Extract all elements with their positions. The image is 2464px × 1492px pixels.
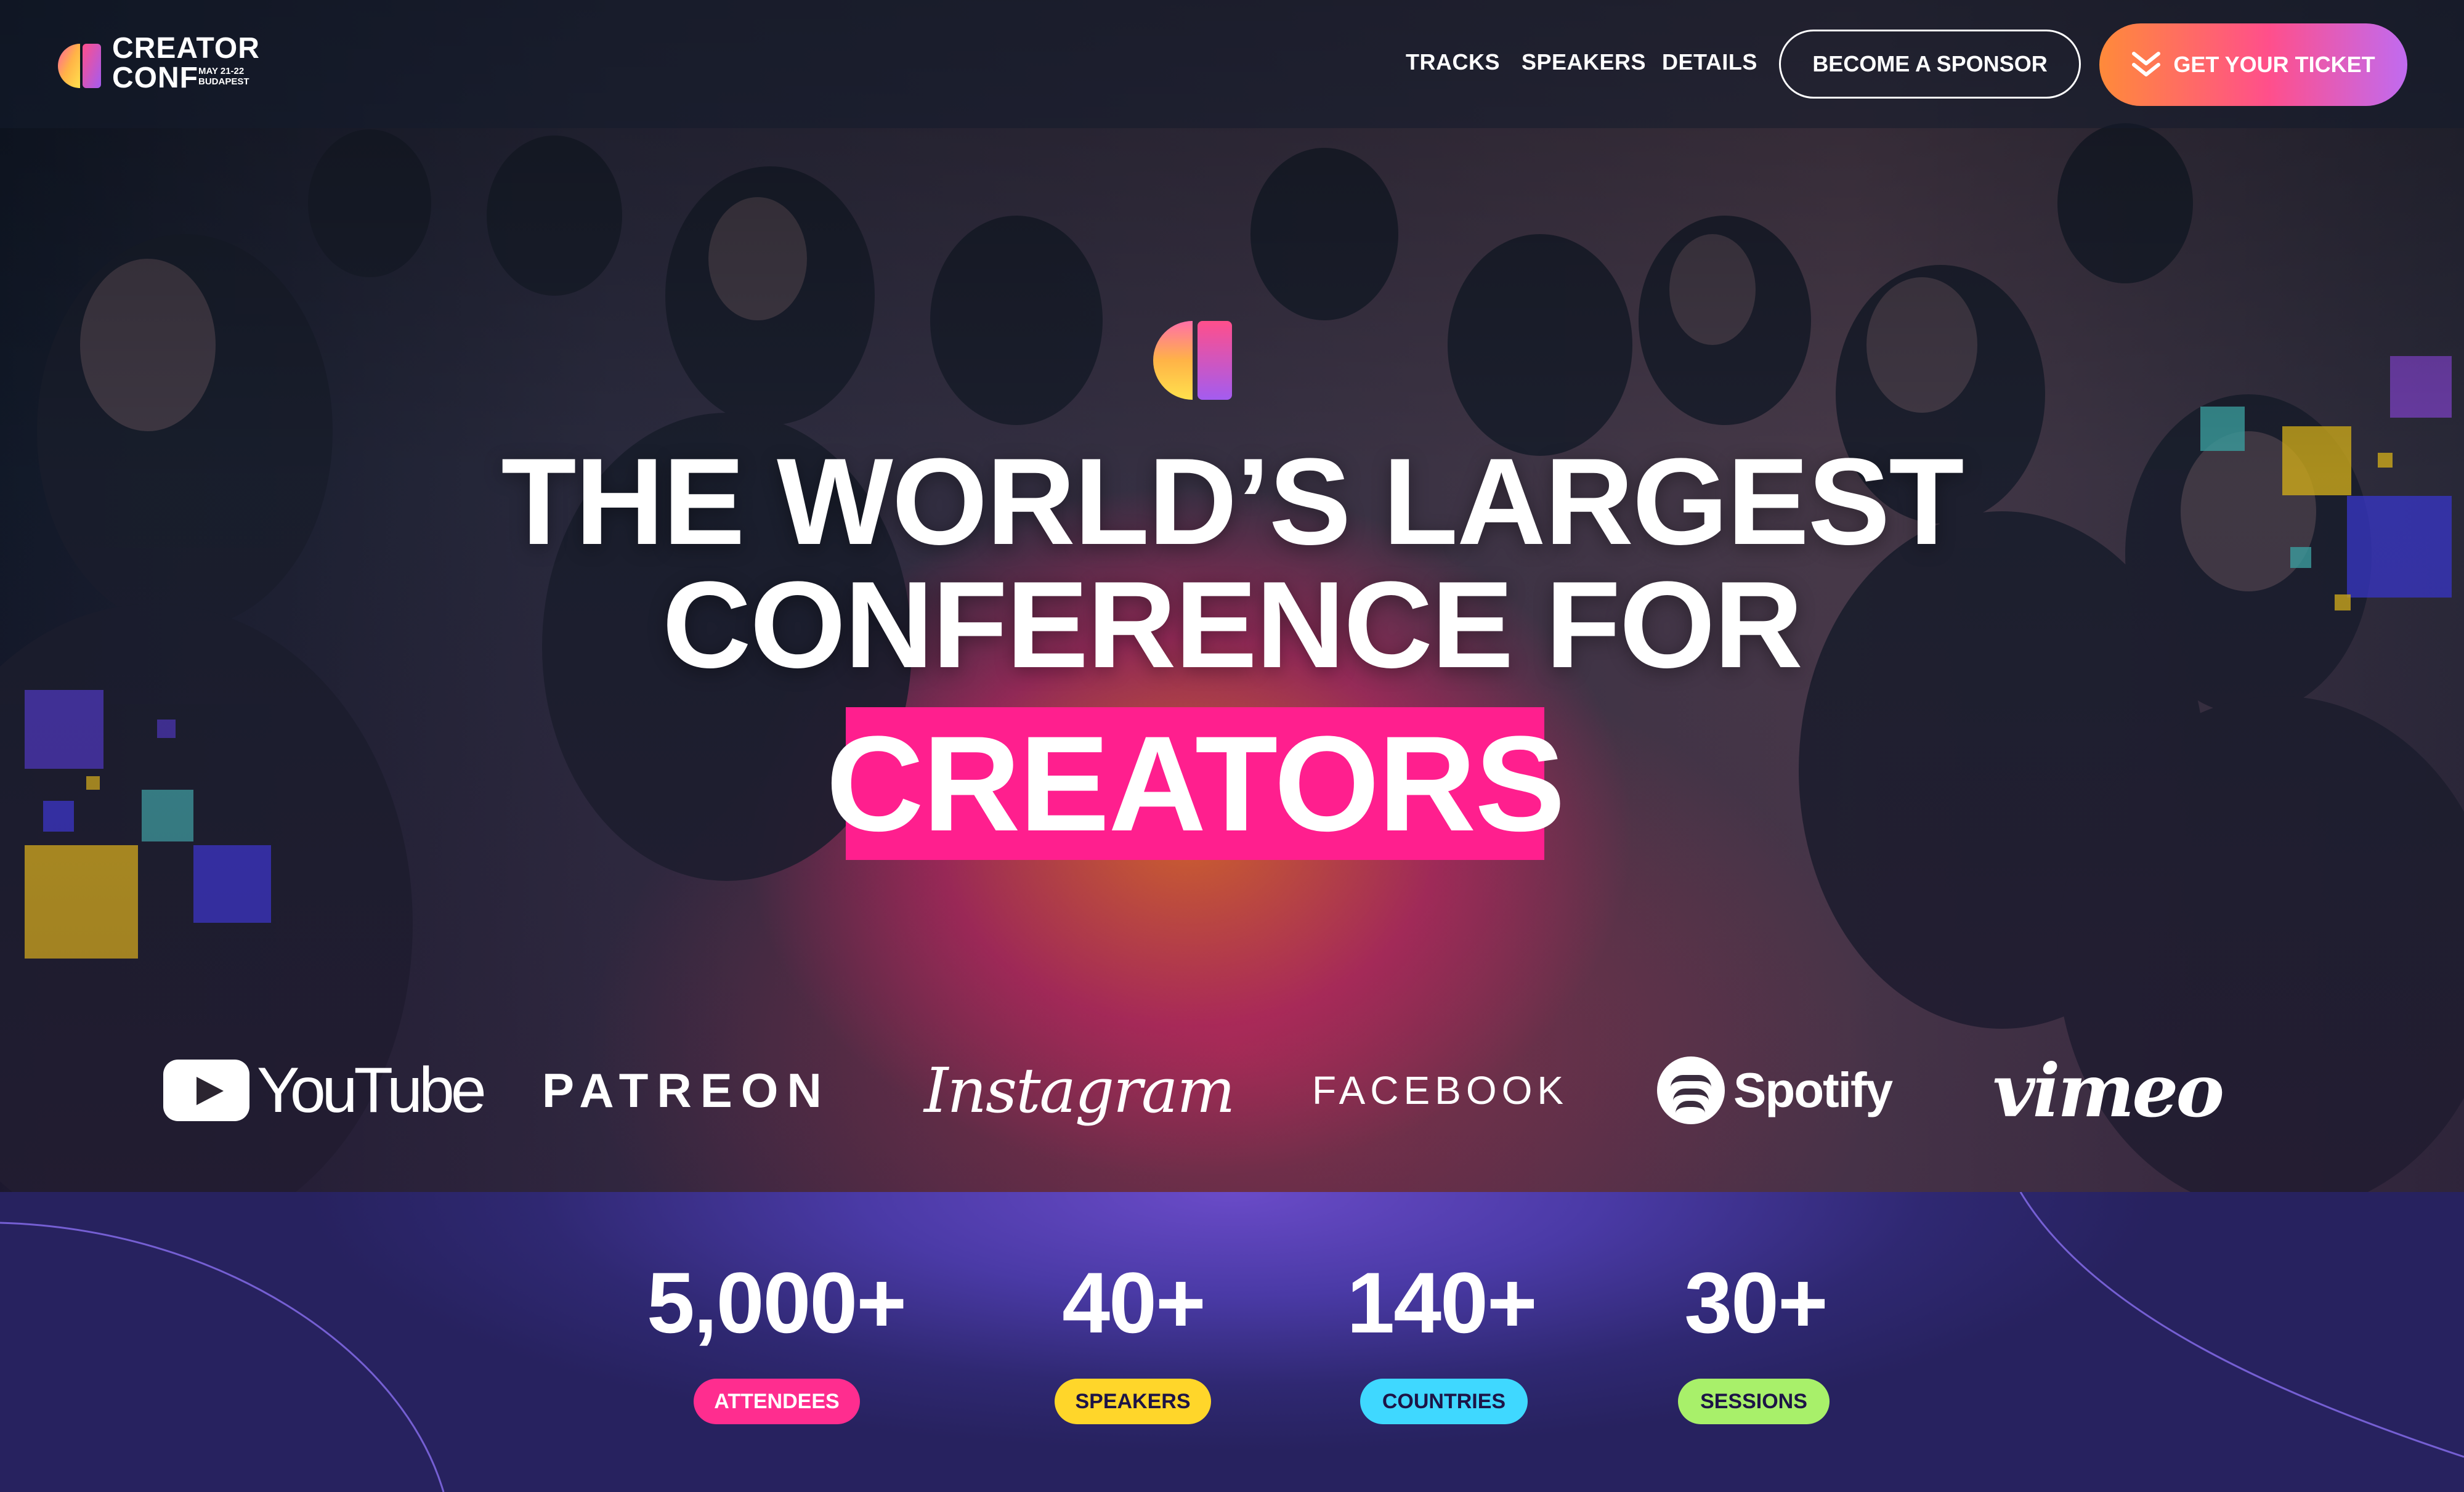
instagram-logo: Instagram [924,1053,1235,1127]
facebook-wordmark: FACEBOOK [1312,1068,1569,1113]
logo-line-1: CREATOR [112,32,260,65]
stat-speakers-label-text: SPEAKERS [1075,1389,1191,1413]
stat-countries-label-text: COUNTRIES [1382,1389,1506,1413]
become-sponsor-button[interactable]: BECOME A SPONSOR [1779,30,2081,99]
stat-sessions-value: 30+ [1684,1254,1828,1351]
vimeo-wordmark: vimeo [1993,1047,2224,1133]
youtube-logo: YouTube [163,1053,487,1127]
get-ticket-button[interactable]: GET YOUR TICKET [2099,23,2407,106]
headline-highlight: CREATORS [826,707,1565,860]
facebook-logo: FACEBOOK [1312,1053,1568,1127]
stat-speakers-value: 40+ [1062,1254,1206,1351]
become-sponsor-label: BECOME A SPONSOR [1812,51,2048,76]
logo-event-info: MAY 21-22 BUDAPEST [198,66,249,87]
stat-attendees-label-text: ATTENDEES [714,1389,840,1413]
headline-line-1: THE WORLD’S LARGEST [501,433,1964,570]
stat-countries-value: 140+ [1347,1254,1537,1351]
patreon-logo: PATREON [542,1053,830,1127]
top-navigation: CREATOR CONF MAY 21-22 BUDAPEST TRACKS S… [0,0,2464,128]
double-chevron-down-icon [2132,52,2161,76]
youtube-play-icon [163,1060,249,1121]
youtube-wordmark: YouTube [257,1054,487,1126]
nav-link-speakers[interactable]: SPEAKERS [1522,49,1646,75]
spotify-wordmark: Spotify [1733,1063,1893,1117]
stat-sessions-label-text: SESSIONS [1700,1389,1807,1413]
nav-link-details[interactable]: DETAILS [1662,49,1757,75]
nav-link-tracks[interactable]: TRACKS [1406,49,1500,75]
instagram-wordmark: Instagram [924,1054,1235,1127]
stat-attendees-label: ATTENDEES [694,1379,860,1424]
headline-highlight-text: CREATORS [825,708,1565,859]
headline-line-2: CONFERENCE FOR [662,556,1803,694]
patreon-wordmark: PATREON [542,1063,830,1117]
logo-mark-icon [58,44,101,88]
spotify-icon [1657,1056,1725,1124]
stat-attendees-value: 5,000+ [646,1254,907,1351]
logo-city: BUDAPEST [198,76,249,87]
brand-mark-icon [1153,321,1232,400]
logo-dates: MAY 21-22 [198,66,245,76]
get-ticket-label: GET YOUR TICKET [2173,52,2375,77]
stat-sessions-label: SESSIONS [1678,1379,1830,1424]
stat-speakers-label: SPEAKERS [1055,1379,1211,1424]
vimeo-logo: vimeo [1993,1048,2224,1133]
creatorconf-logo[interactable]: CREATOR CONF MAY 21-22 BUDAPEST [55,34,259,95]
spotify-logo: Spotify [1657,1053,1893,1127]
stat-countries-label: COUNTRIES [1360,1379,1528,1424]
